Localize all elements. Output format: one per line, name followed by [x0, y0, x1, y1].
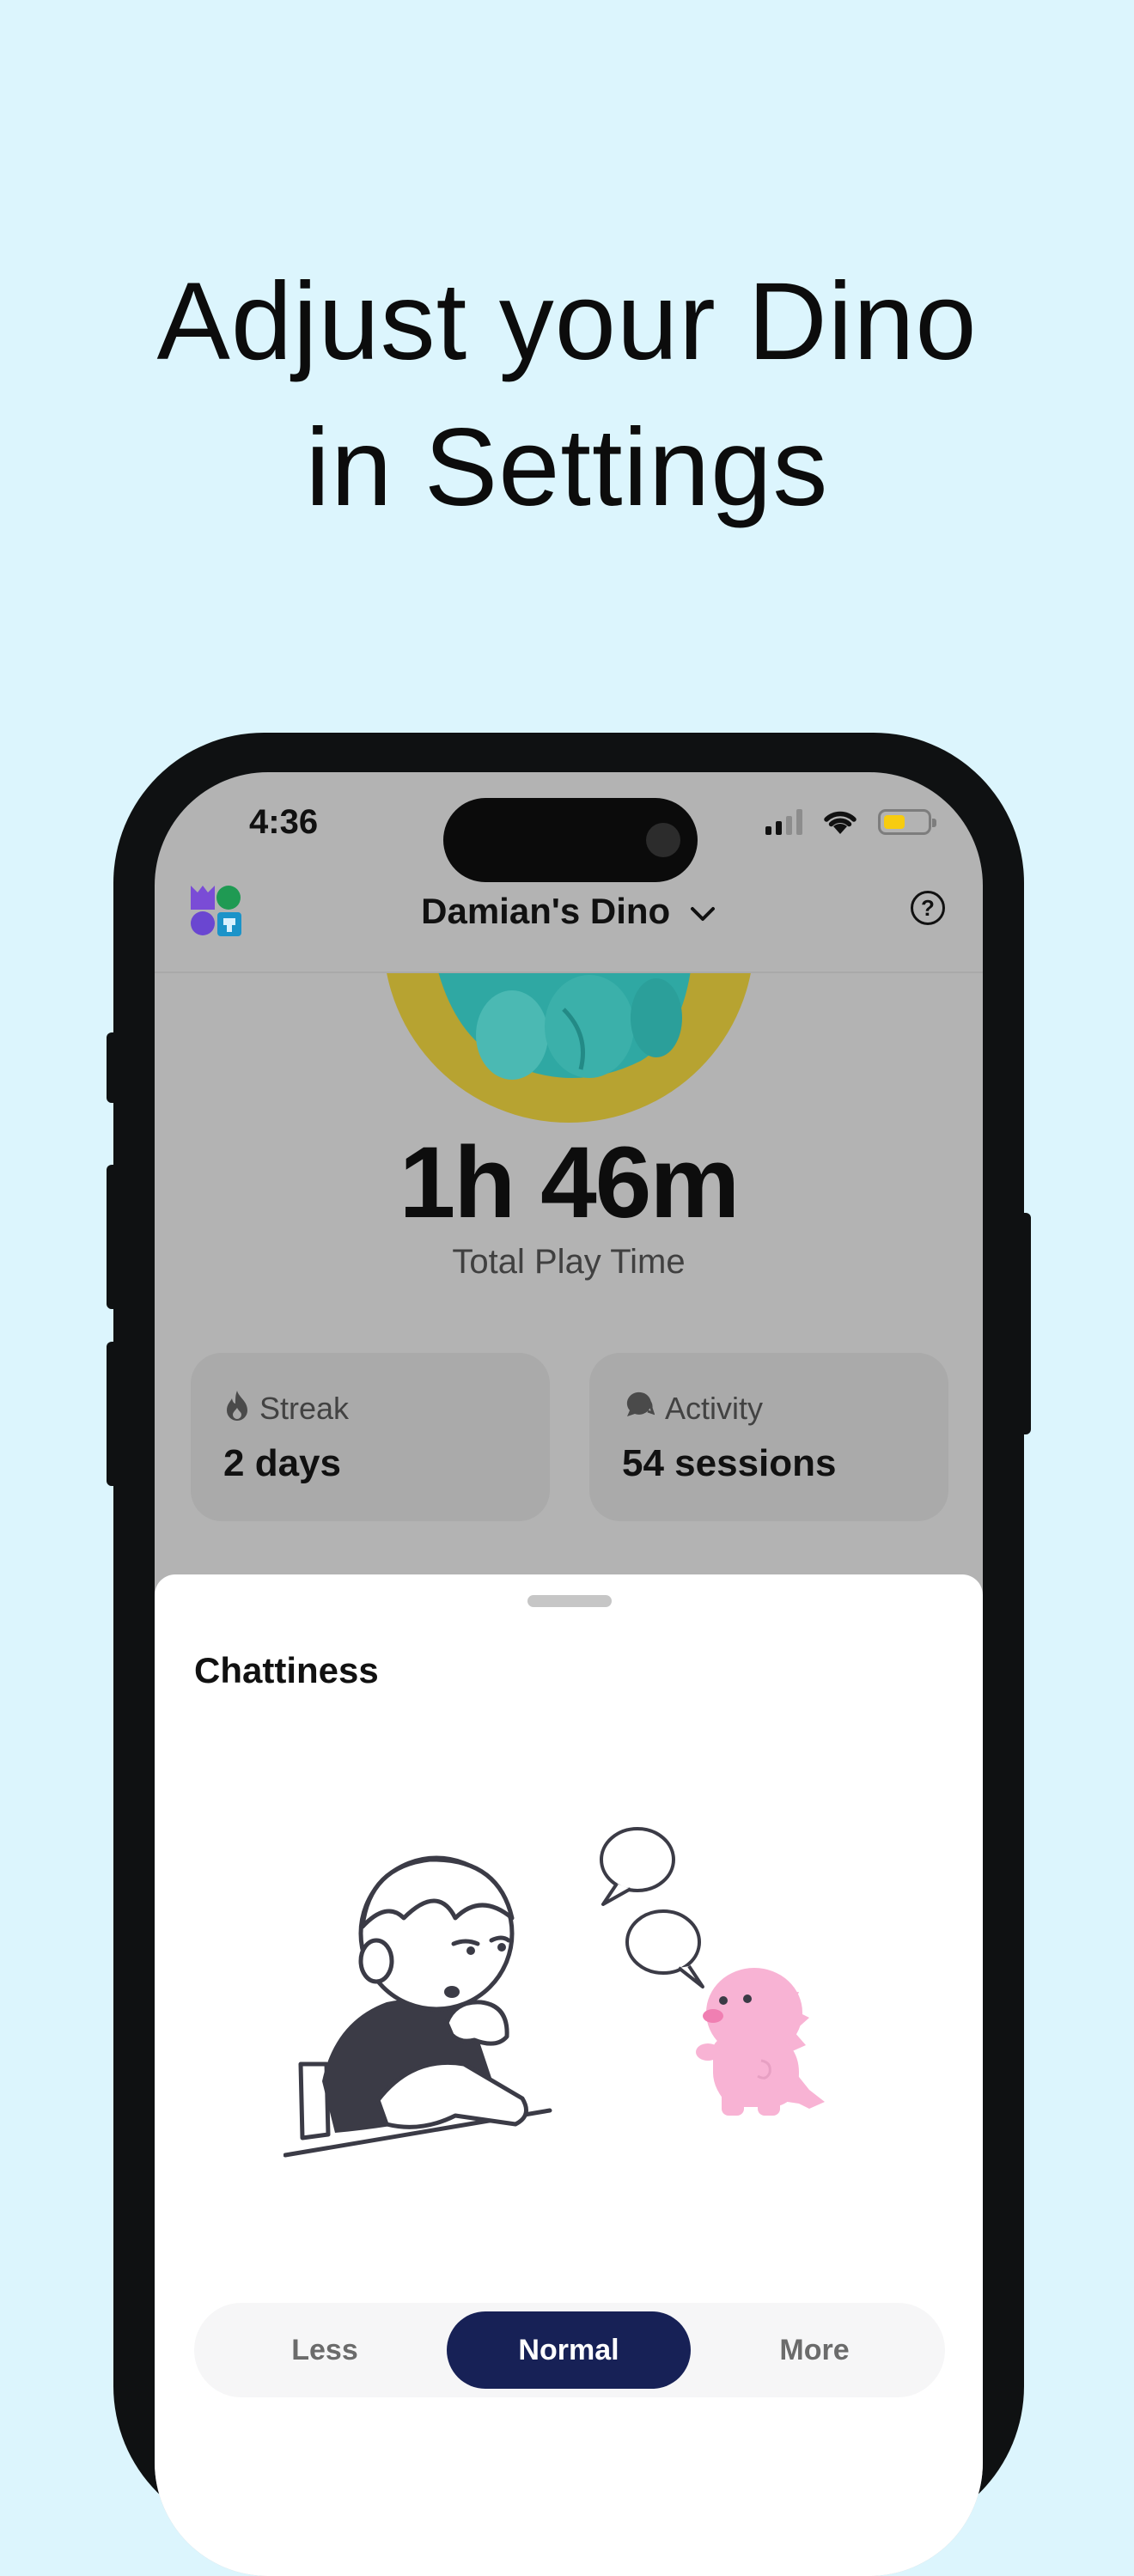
flame-icon: [227, 1391, 247, 1421]
status-time: 4:36: [249, 803, 319, 841]
headline-line-2: in Settings: [305, 406, 829, 529]
dino-avatar: [383, 973, 754, 1123]
total-play-time-label: Total Play Time: [452, 1243, 686, 1281]
activity-label: Activity: [665, 1391, 764, 1426]
battery-icon: [878, 809, 936, 835]
phone-screen: 4:36 Damian's Dino ? 1h 46m Total Play T…: [155, 772, 983, 2576]
phone-frame: 4:36 Damian's Dino ? 1h 46m Total Play T…: [113, 733, 1024, 2576]
chevron-down-icon: [690, 906, 715, 921]
dino-selector-label: Damian's Dino: [421, 891, 671, 931]
question-circle-icon[interactable]: ?: [911, 891, 945, 925]
chat-bubble-icon: [626, 1392, 655, 1416]
activity-value: 54 sessions: [622, 1442, 837, 1484]
headline-line-1: Adjust your Dino: [156, 260, 978, 383]
dynamic-island: [443, 798, 698, 882]
streak-label: Streak: [259, 1391, 350, 1426]
option-normal[interactable]: Normal: [447, 2311, 691, 2389]
cellular-signal-icon: [765, 809, 802, 835]
chattiness-selector: Less Normal More: [194, 2303, 945, 2397]
streak-card: Streak 2 days: [191, 1353, 550, 1521]
chattiness-sheet: Chattiness Less Normal More: [155, 1574, 983, 2576]
option-more[interactable]: More: [692, 2311, 936, 2389]
headline: Adjust your Dino in Settings: [0, 249, 1134, 541]
total-play-time-value: 1h 46m: [399, 1126, 741, 1239]
option-less[interactable]: Less: [203, 2311, 447, 2389]
streak-value: 2 days: [223, 1442, 341, 1484]
activity-card: Activity 54 sessions: [589, 1353, 948, 1521]
camera-icon: [646, 823, 680, 857]
dino-plush-image: [438, 973, 691, 1080]
wifi-icon: [824, 811, 857, 834]
avatar-circle: [383, 973, 754, 1123]
sheet-title: Chattiness: [194, 1650, 379, 1690]
sheet-grabber[interactable]: [527, 1595, 612, 1607]
status-icons: [765, 805, 936, 839]
dino-selector[interactable]: Damian's Dino: [155, 891, 983, 932]
chattiness-illustration: [284, 1827, 825, 2158]
